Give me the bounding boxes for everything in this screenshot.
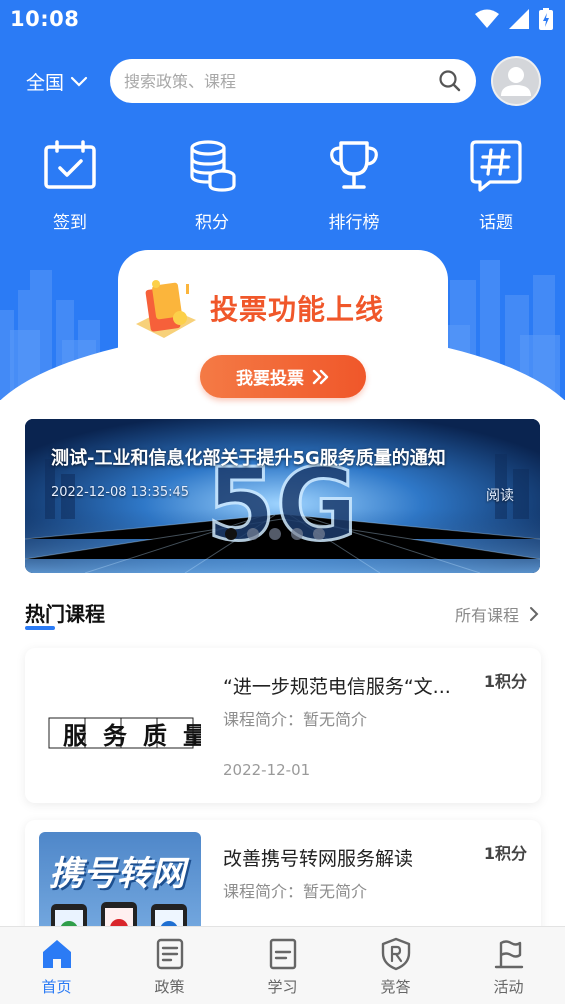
home-icon bbox=[42, 940, 71, 968]
quick-action-label: 话题 bbox=[479, 213, 513, 233]
coins-stack-icon bbox=[190, 140, 236, 192]
carousel-dot[interactable] bbox=[269, 528, 281, 540]
nav-label: 活动 bbox=[493, 978, 524, 996]
quick-action-label: 积分 bbox=[195, 213, 229, 233]
nav-label: 政策 bbox=[154, 978, 185, 996]
all-courses-link[interactable]: 所有课程 bbox=[455, 602, 539, 626]
quick-action-checkin[interactable]: 签到 bbox=[20, 138, 120, 233]
flag-icon bbox=[494, 940, 523, 969]
quick-action-topics[interactable]: 话题 bbox=[446, 138, 546, 233]
banner-title: 测试-工业和信息化部关于提升5G服务质量的通知 bbox=[51, 448, 446, 469]
notebook-icon bbox=[269, 938, 296, 970]
user-icon bbox=[501, 67, 531, 96]
banner-read-link[interactable]: 阅读 bbox=[486, 485, 514, 505]
all-courses-label: 所有课程 bbox=[454, 606, 519, 625]
vote-title: 投票功能上线 bbox=[210, 293, 385, 326]
search-bar[interactable] bbox=[110, 59, 476, 103]
section-title-hot-courses: 热门课程 bbox=[25, 602, 105, 626]
double-chevron-right-icon bbox=[312, 369, 329, 384]
course-thumbnail-text: 携号转网 bbox=[49, 854, 185, 894]
hashtag-icon bbox=[470, 140, 522, 192]
nav-home[interactable]: 首页 bbox=[0, 927, 113, 1004]
banner-date: 2022-12-08 13:35:45 bbox=[51, 485, 190, 500]
quick-action-points[interactable]: 积分 bbox=[162, 138, 262, 233]
news-banner-carousel[interactable]: 5G 测试-工业和信息化部关于提升5G服务质量的通知 2022-12-08 13… bbox=[25, 419, 540, 573]
top-bar: 全国 bbox=[0, 56, 565, 106]
calendar-check-icon bbox=[44, 140, 96, 189]
nav-quiz[interactable]: 竞答 bbox=[339, 927, 452, 1004]
region-label: 全国 bbox=[26, 72, 65, 94]
search-icon[interactable] bbox=[438, 69, 462, 93]
nav-label: 竞答 bbox=[380, 978, 411, 996]
nav-label: 学习 bbox=[267, 978, 298, 996]
document-icon bbox=[156, 938, 183, 970]
course-thumbnail-text: 服务质量 bbox=[63, 720, 201, 750]
status-time: 10:08 bbox=[10, 7, 80, 31]
course-thumbnail: 服务质量 bbox=[39, 660, 201, 791]
quick-action-ranking[interactable]: 排行榜 bbox=[304, 138, 404, 233]
search-input[interactable] bbox=[124, 71, 438, 91]
course-points: 1积分 bbox=[483, 844, 527, 863]
course-title: 改善携号转网服务解读 bbox=[223, 848, 414, 870]
carousel-dot[interactable] bbox=[313, 528, 325, 540]
carousel-dot[interactable] bbox=[225, 528, 237, 540]
course-date: 2022-12-01 bbox=[223, 761, 311, 779]
course-title: “进一步规范电信服务“文... bbox=[223, 676, 451, 698]
quick-action-label: 排行榜 bbox=[328, 213, 380, 233]
nav-activity[interactable]: 活动 bbox=[452, 927, 565, 1004]
carousel-dot[interactable] bbox=[291, 528, 303, 540]
nav-policy[interactable]: 政策 bbox=[113, 927, 226, 1004]
section-title-underline bbox=[25, 626, 55, 630]
wifi-icon bbox=[475, 9, 499, 28]
course-description: 课程简介：暂无简介 bbox=[223, 710, 368, 729]
nav-study[interactable]: 学习 bbox=[226, 927, 339, 1004]
chevron-right-icon bbox=[530, 607, 539, 621]
vote-button-label: 我要投票 bbox=[236, 369, 304, 389]
status-bar: 10:08 bbox=[0, 0, 565, 40]
signal-icon bbox=[509, 9, 529, 29]
trophy-icon bbox=[330, 141, 378, 189]
course-description: 课程简介：暂无简介 bbox=[223, 882, 368, 901]
vote-button[interactable]: 我要投票 bbox=[200, 355, 366, 398]
course-points: 1积分 bbox=[483, 672, 527, 691]
carousel-indicators bbox=[225, 528, 325, 540]
bottom-navigation: 首页 政策 学习 竞答 活动 bbox=[0, 926, 565, 1004]
nav-label: 首页 bbox=[41, 978, 72, 996]
shield-quiz-icon bbox=[381, 937, 410, 971]
region-selector[interactable]: 全国 bbox=[26, 68, 88, 95]
avatar[interactable] bbox=[491, 56, 541, 106]
battery-icon bbox=[539, 8, 553, 30]
course-card[interactable]: 服务质量 “进一步规范电信服务“文... 1积分 课程简介：暂无简介 2022-… bbox=[25, 648, 541, 803]
carousel-dot[interactable] bbox=[247, 528, 259, 540]
chevron-down-icon bbox=[70, 76, 88, 87]
vote-promo-card: 投票功能上线 我要投票 bbox=[118, 250, 448, 415]
quick-action-label: 签到 bbox=[53, 213, 87, 233]
quick-actions: 签到 积分 排行榜 话题 bbox=[0, 138, 565, 233]
ballot-icon bbox=[136, 280, 196, 338]
